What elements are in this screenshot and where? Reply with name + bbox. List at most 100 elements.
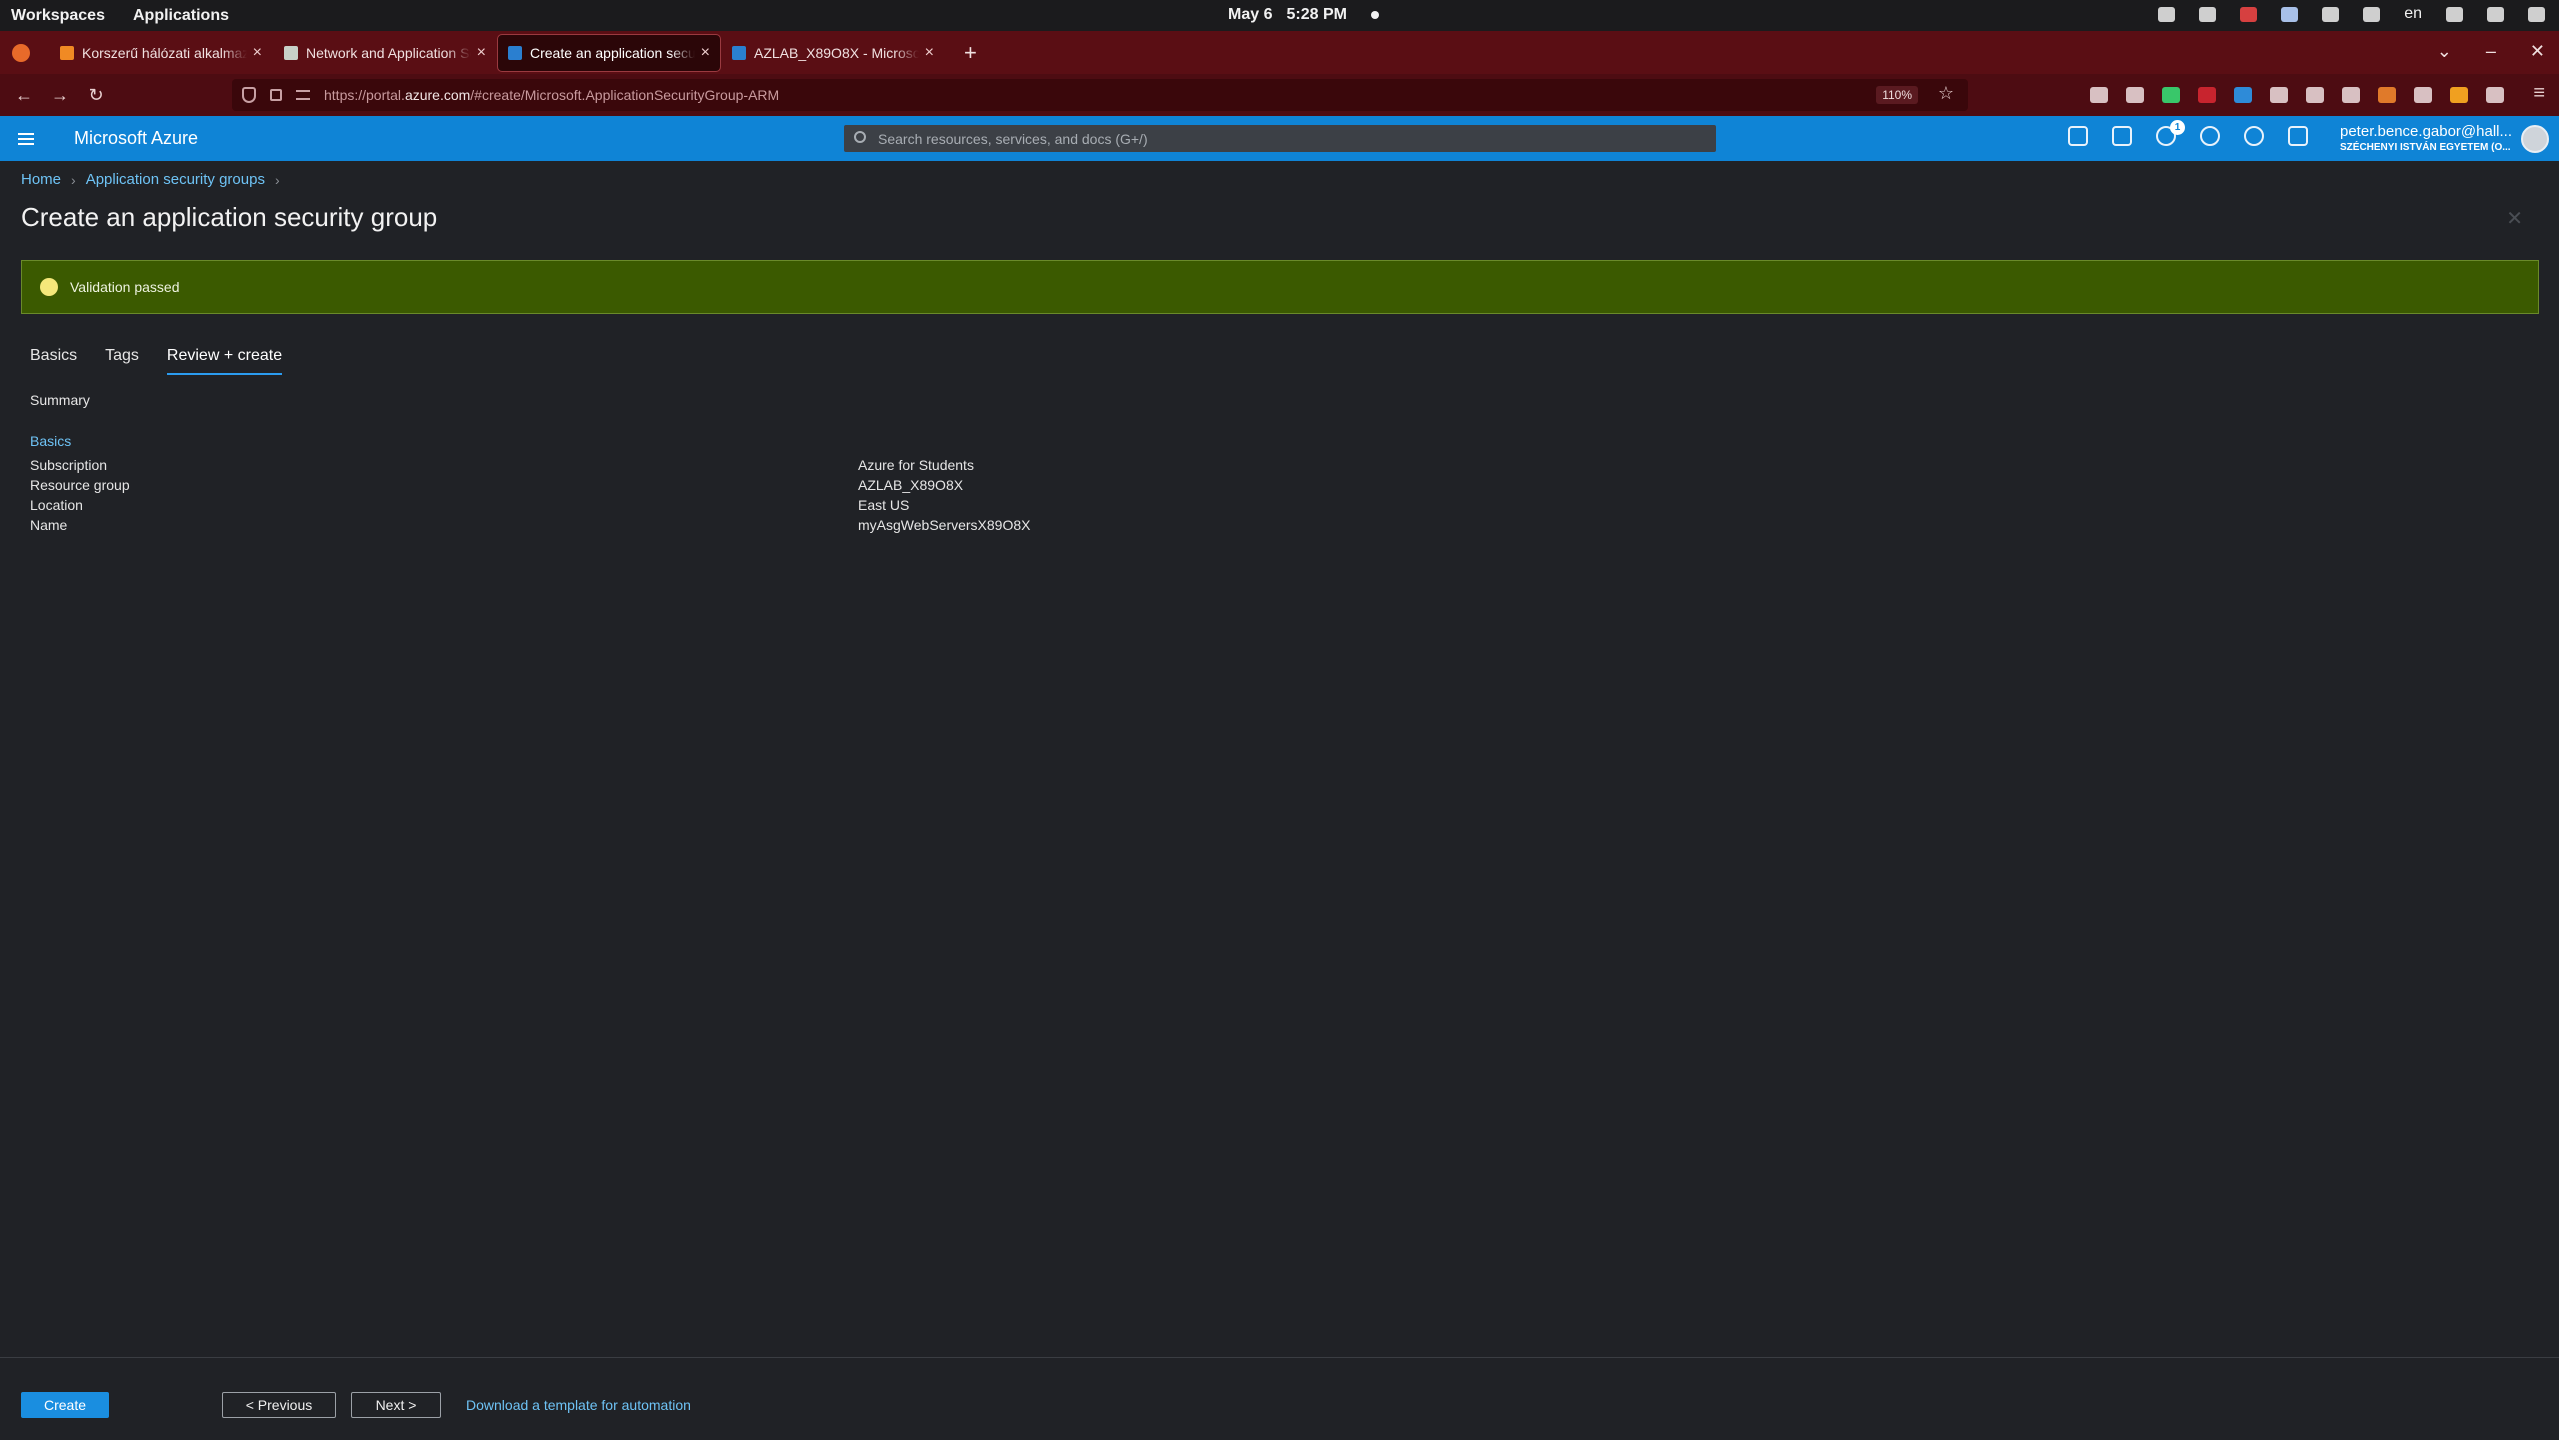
tab-tags[interactable]: Tags <box>105 347 139 375</box>
tab-close-icon[interactable]: × <box>477 44 486 62</box>
browser-tab[interactable]: Network and Application Se × <box>274 35 496 71</box>
vscode-tray-icon[interactable] <box>2281 6 2299 22</box>
list-all-tabs-icon[interactable]: ⌄ <box>2437 41 2452 62</box>
summary-row: Name myAsgWebServersX89O8X <box>30 517 1330 537</box>
browser-tab-active[interactable]: Create an application securi × <box>497 33 721 72</box>
tab-title: Network and Application Se <box>306 44 471 61</box>
directory-filter-icon[interactable] <box>2112 126 2132 146</box>
extensions-puzzle-icon[interactable] <box>2486 87 2504 103</box>
extension-card-icon[interactable] <box>2342 87 2360 103</box>
language-indicator[interactable]: en <box>2404 5 2422 23</box>
firefox-icon[interactable] <box>12 43 30 62</box>
minimize-icon[interactable]: – <box>2486 41 2496 62</box>
row-label: Name <box>30 517 68 533</box>
back-icon[interactable]: ← <box>6 85 42 106</box>
bookmark-star-icon[interactable]: ☆ <box>1938 83 1954 104</box>
notifications-bell-icon[interactable]: 1 <box>2156 120 2185 146</box>
avatar[interactable] <box>2521 125 2549 153</box>
extension-green-icon[interactable] <box>2162 87 2180 103</box>
url-text: https://portal.azure.com/#create/Microso… <box>324 87 780 103</box>
pocket-icon[interactable] <box>2090 87 2108 103</box>
usb-tray-icon[interactable] <box>2322 6 2340 22</box>
clock-date: May 6 <box>1228 6 1273 23</box>
reload-icon[interactable]: ↻ <box>78 85 114 106</box>
portal-menu-icon[interactable] <box>18 132 34 145</box>
app-tray-icon[interactable] <box>2240 6 2258 22</box>
browser-tab[interactable]: AZLAB_X89O8X - Microsoft A × <box>722 35 944 71</box>
chevron-right-icon: › <box>71 171 76 188</box>
permissions-icon[interactable] <box>296 90 310 100</box>
extension-box-icon[interactable] <box>2414 87 2432 103</box>
validation-text: Validation passed <box>70 279 180 295</box>
download-template-link[interactable]: Download a template for automation <box>466 1397 691 1413</box>
breadcrumb-home[interactable]: Home <box>21 171 61 188</box>
row-label: Location <box>30 497 83 513</box>
power-icon[interactable] <box>2528 6 2545 22</box>
metamask-icon[interactable] <box>2378 87 2396 103</box>
forward-icon[interactable]: → <box>42 85 78 106</box>
breadcrumb: Home › Application security groups › <box>21 171 280 188</box>
next-button[interactable]: Next > <box>351 1392 441 1418</box>
feedback-icon[interactable] <box>2288 126 2308 146</box>
breadcrumb-asg[interactable]: Application security groups <box>86 171 265 188</box>
azure-search-input[interactable]: Search resources, services, and docs (G+… <box>844 125 1716 152</box>
help-icon[interactable] <box>2244 126 2264 146</box>
wizard-footer: Create < Previous Next > Download a temp… <box>0 1357 2559 1440</box>
browser-tab[interactable]: Korszerű hálózati alkalmazá × <box>50 35 272 71</box>
page-title: Create an application security group <box>21 202 438 232</box>
applications-menu[interactable]: Applications <box>133 7 229 25</box>
row-value: East US <box>858 497 910 513</box>
tab-title: AZLAB_X89O8X - Microsoft A <box>754 44 919 61</box>
browser-tab-strip: Korszerű hálózati alkalmazá × Network an… <box>0 31 2559 74</box>
workspaces-menu[interactable]: Workspaces <box>11 7 105 25</box>
extension-glasses-icon[interactable] <box>2306 87 2324 103</box>
wizard-tabs: Basics Tags Review + create <box>30 347 283 375</box>
extension-icon[interactable] <box>2270 87 2288 103</box>
clock[interactable]: May 6 5:28 PM <box>1228 6 1379 24</box>
app-menu-icon[interactable]: ≡ <box>2533 82 2545 105</box>
extension-blue-icon[interactable] <box>2234 87 2252 103</box>
system-top-bar: Workspaces Applications May 6 5:28 PM en <box>0 0 2559 31</box>
previous-button[interactable]: < Previous <box>222 1392 336 1418</box>
azure-favicon-icon <box>732 45 746 60</box>
azure-brand[interactable]: Microsoft Azure <box>74 128 198 149</box>
new-tab-button[interactable]: + <box>964 40 977 66</box>
row-value: myAsgWebServersX89O8X <box>858 517 1031 533</box>
close-window-icon[interactable]: ✕ <box>2530 41 2545 62</box>
ublock-icon[interactable] <box>2198 87 2216 103</box>
tab-close-icon[interactable]: × <box>253 44 262 62</box>
tab-close-icon[interactable]: × <box>925 44 934 62</box>
system-tray: en <box>2158 5 2545 23</box>
url-bar[interactable]: https://portal.azure.com/#create/Microso… <box>232 79 1968 111</box>
downloads-icon[interactable] <box>2126 87 2144 103</box>
tab-close-icon[interactable]: × <box>701 44 710 62</box>
steam-tray-icon[interactable] <box>2363 6 2381 22</box>
user-email: peter.bence.gabor@hall... <box>2340 123 2513 140</box>
row-label: Resource group <box>30 477 130 493</box>
discord-tray-icon[interactable] <box>2199 6 2217 22</box>
validation-status-icon <box>40 278 58 296</box>
volume-icon[interactable] <box>2487 6 2504 22</box>
extension-orange-icon[interactable] <box>2450 87 2468 103</box>
tracking-shield-icon[interactable] <box>242 87 256 103</box>
browser-nav-bar: ← → ↻ https://portal.azure.com/#create/M… <box>0 74 2559 116</box>
notification-dot-icon <box>1370 11 1379 19</box>
window-controls: ⌄ – ✕ <box>2437 41 2545 62</box>
tab-basics[interactable]: Basics <box>30 347 77 375</box>
cloud-shell-icon[interactable] <box>2068 126 2088 146</box>
zoom-level[interactable]: 110% <box>1876 86 1918 104</box>
summary-heading: Summary <box>30 392 90 408</box>
settings-gear-icon[interactable] <box>2200 126 2220 146</box>
user-org: SZÉCHENYI ISTVÁN EGYETEM (O... <box>2340 142 2511 153</box>
create-button[interactable]: Create <box>21 1392 109 1418</box>
window-tray-icon[interactable] <box>2446 6 2463 22</box>
row-label: Subscription <box>30 457 108 473</box>
tab-review-create[interactable]: Review + create <box>166 347 283 375</box>
lock-icon[interactable] <box>270 89 282 101</box>
tab-favicon-icon <box>60 45 74 60</box>
network-tray-icon[interactable] <box>2158 6 2176 22</box>
summary-table: Subscription Azure for Students Resource… <box>30 457 1330 537</box>
close-blade-icon[interactable]: ✕ <box>2506 206 2523 231</box>
account-menu[interactable]: peter.bence.gabor@hall... SZÉCHENYI ISTV… <box>2340 123 2512 153</box>
azure-header-icons: 1 <box>2068 120 2308 146</box>
